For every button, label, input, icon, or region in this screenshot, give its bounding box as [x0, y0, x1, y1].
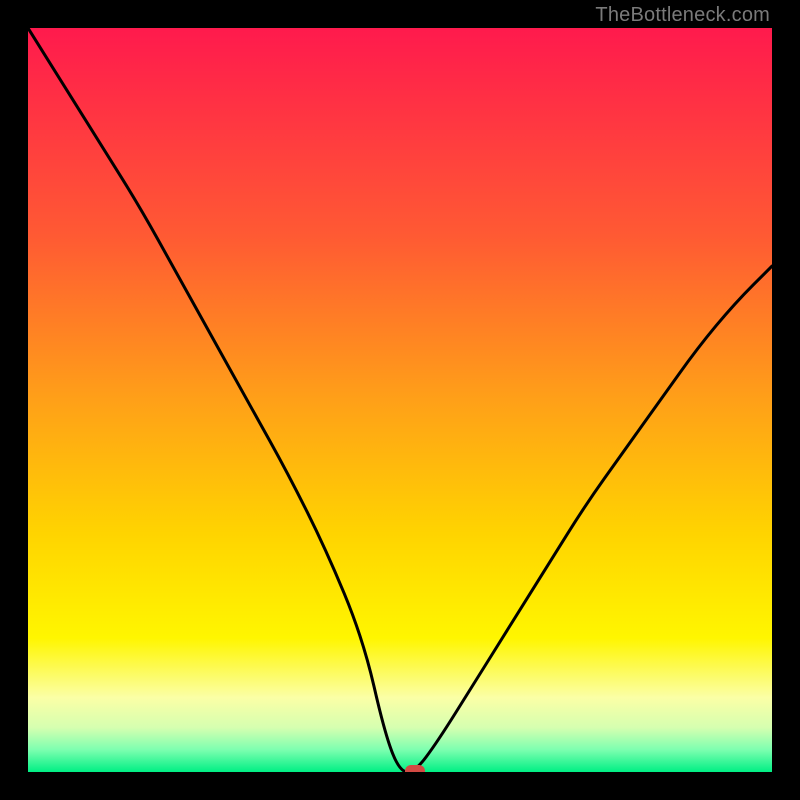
plot-area — [28, 28, 772, 772]
bottleneck-curve — [28, 28, 772, 772]
watermark-text: TheBottleneck.com — [595, 4, 770, 27]
chart-frame: TheBottleneck.com — [0, 0, 800, 800]
optimum-marker-icon — [405, 765, 425, 772]
